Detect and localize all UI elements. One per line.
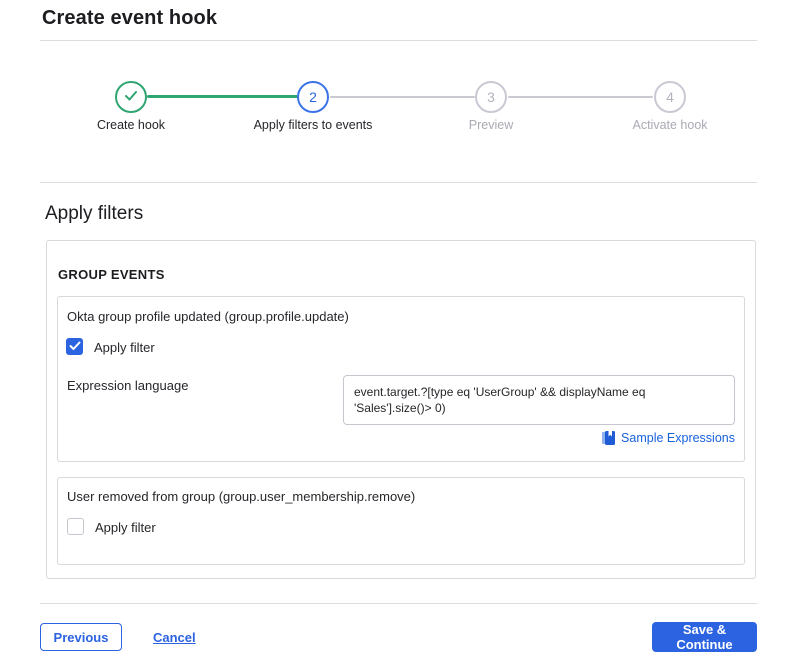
step-connector-upcoming-2 [508,96,653,98]
title-divider [40,40,757,41]
apply-filter-checkbox-2[interactable] [67,518,84,535]
step-2-apply-filters[interactable]: 2 [297,81,329,113]
event-label-user-removed: User removed from group (group.user_memb… [67,489,415,504]
step-2-label: Apply filters to events [254,118,373,132]
footer-divider [40,603,757,604]
sample-expressions-link[interactable]: Sample Expressions [602,431,735,445]
book-icon [602,431,615,445]
step-3-number: 3 [487,89,495,105]
check-icon [124,89,138,105]
expression-language-input[interactable]: event.target.?[type eq 'UserGroup' && di… [343,375,735,425]
step-connector-upcoming-1 [330,96,475,98]
step-3-label: Preview [469,118,513,132]
step-4-number: 4 [666,89,674,105]
expression-language-label: Expression language [67,378,188,393]
save-continue-button[interactable]: Save & Continue [652,622,757,652]
content-divider [40,182,757,183]
cancel-link[interactable]: Cancel [153,630,196,645]
step-4-label: Activate hook [632,118,707,132]
step-2-number: 2 [309,89,317,105]
step-4-activate-hook: 4 [654,81,686,113]
step-connector-complete [147,95,298,98]
step-1-label: Create hook [97,118,165,132]
step-3-preview: 3 [475,81,507,113]
apply-filter-checkbox-1[interactable] [66,338,83,355]
page-title: Create event hook [42,7,217,30]
apply-filter-label-1[interactable]: Apply filter [94,340,155,355]
apply-filters-heading: Apply filters [45,203,143,225]
step-1-create-hook[interactable] [115,81,147,113]
check-icon [69,338,81,356]
sample-expressions-label: Sample Expressions [621,431,735,445]
apply-filter-label-2[interactable]: Apply filter [95,520,156,535]
previous-button[interactable]: Previous [40,623,122,651]
event-label-group-profile-update: Okta group profile updated (group.profil… [67,309,349,324]
group-events-title: GROUP EVENTS [58,267,165,282]
